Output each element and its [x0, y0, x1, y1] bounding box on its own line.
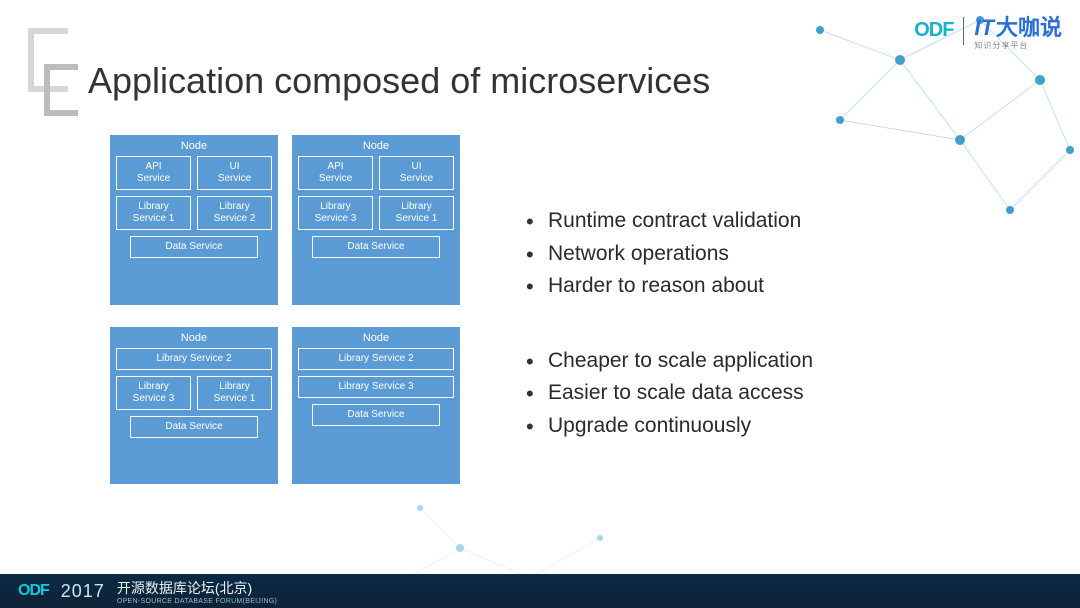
bullets-list-2: Cheaper to scale applicationEasier to sc… [520, 345, 1040, 443]
node-row: Library Service 3 [298, 376, 454, 398]
service-box: Library Service 3 [298, 376, 454, 398]
bullets-area: Runtime contract validationNetwork opera… [520, 135, 1040, 484]
slide-title: Application composed of microservices [88, 60, 710, 102]
footer-logo: ODF [18, 582, 49, 600]
node-row-bottom: Data Service [312, 236, 440, 258]
bullet-item: Runtime contract validation [520, 205, 1040, 238]
header-logos: ODF IT 大咖说 知识分享平台 [914, 10, 1062, 51]
service-box: APIService [298, 156, 373, 190]
node-title: Node [298, 138, 454, 156]
bracket-icon [28, 28, 74, 118]
node-row: Library Service 2 [116, 348, 272, 370]
logo-divider [963, 17, 964, 45]
service-box: Library Service 2 [298, 348, 454, 370]
service-box: LibraryService 3 [298, 196, 373, 230]
service-box: UIService [379, 156, 454, 190]
node-title: Node [298, 330, 454, 348]
node-row-bottom: Data Service [130, 416, 258, 438]
bullet-item: Upgrade continuously [520, 410, 1040, 443]
service-box: Data Service [312, 404, 440, 426]
node-row-bottom: Data Service [130, 236, 258, 258]
service-box: LibraryService 2 [197, 196, 272, 230]
node-box: NodeAPIServiceUIServiceLibraryService 1L… [110, 135, 278, 305]
bullet-item: Cheaper to scale application [520, 345, 1040, 378]
node-row: Library Service 2 [298, 348, 454, 370]
slide-footer: ODF 2017 开源数据库论坛(北京) OPEN-SOURCE DATABAS… [0, 574, 1080, 608]
service-box: LibraryService 3 [116, 376, 191, 410]
node-box: NodeLibrary Service 2 LibraryService 3Lib… [110, 327, 278, 485]
node-row: APIServiceUIService [298, 156, 454, 190]
service-box: APIService [116, 156, 191, 190]
node-title: Node [116, 138, 272, 156]
bullets-list-1: Runtime contract validationNetwork opera… [520, 205, 1040, 303]
node-row-bottom: Data Service [312, 404, 440, 426]
node-box: NodeAPIServiceUIServiceLibraryService 3L… [292, 135, 460, 305]
bullet-item: Harder to reason about [520, 270, 1040, 303]
footer-year: 2017 [61, 581, 105, 602]
service-box: LibraryService 1 [116, 196, 191, 230]
bullet-item: Network operations [520, 238, 1040, 271]
microservices-diagram: NodeAPIServiceUIServiceLibraryService 1L… [110, 135, 460, 484]
node-title: Node [116, 330, 272, 348]
service-box: Data Service [312, 236, 440, 258]
node-row: LibraryService 3LibraryService 1 [298, 196, 454, 230]
node-box: NodeLibrary Service 2 Library Service 3 Da… [292, 327, 460, 485]
service-box: Library Service 2 [116, 348, 272, 370]
service-box: LibraryService 1 [379, 196, 454, 230]
node-row: APIServiceUIService [116, 156, 272, 190]
service-box: LibraryService 1 [197, 376, 272, 410]
bullet-item: Easier to scale data access [520, 377, 1040, 410]
logo-it: IT 大咖说 知识分享平台 [974, 10, 1062, 51]
node-row: LibraryService 3LibraryService 1 [116, 376, 272, 410]
service-box: Data Service [130, 416, 258, 438]
logo-odf: ODF [914, 19, 953, 42]
footer-title: 开源数据库论坛(北京) OPEN-SOURCE DATABASE FORUM(B… [117, 578, 277, 605]
node-row: LibraryService 1LibraryService 2 [116, 196, 272, 230]
service-box: UIService [197, 156, 272, 190]
service-box: Data Service [130, 236, 258, 258]
